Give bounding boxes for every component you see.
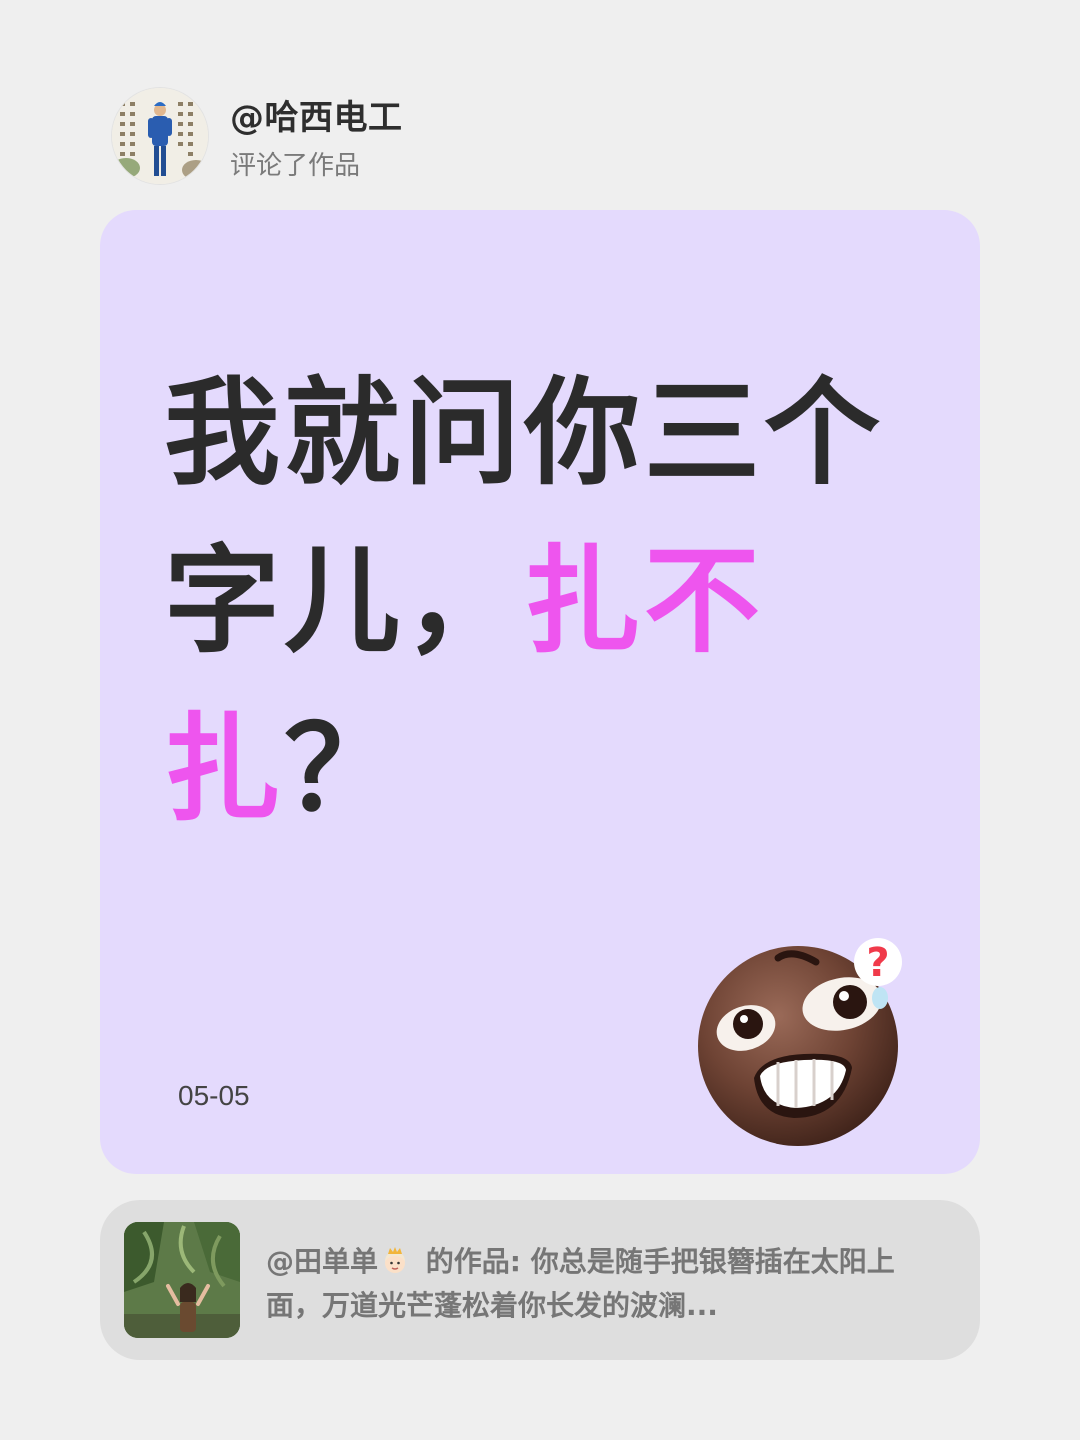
svg-text:?: ? (866, 940, 889, 986)
awkward-grin-emoji-icon: ? (692, 928, 922, 1148)
avatar-image (112, 88, 208, 184)
comment-date: 05-05 (178, 1080, 250, 1111)
work-thumbnail[interactable] (124, 1222, 240, 1338)
comment-line-3-suffix: ？ (284, 702, 404, 837)
work-label: 的作品: (425, 1245, 521, 1278)
action-text: 评论了作品 (230, 151, 361, 181)
comment-highlight-2: 扎 (164, 702, 284, 837)
comment-highlight-1: 扎不 (524, 534, 764, 669)
referenced-work-text: @田单单 的作品: 你总是随手把银簪插在太阳上面，万道光芒蓬松着你长发的波澜..… (266, 1240, 946, 1328)
referenced-work-card[interactable]: @田单单 的作品: 你总是随手把银簪插在太阳上面，万道光芒蓬松着你长发的波澜..… (100, 1200, 980, 1360)
comment-header: @哈西电工 评论了作品 (112, 88, 403, 184)
comment-text: 我就问你三个 字儿，扎不 扎？ (164, 350, 924, 854)
user-avatar[interactable] (112, 88, 208, 184)
comment-line-1: 我就问你三个 (164, 366, 884, 501)
username[interactable]: @哈西电工 (230, 90, 403, 139)
work-author[interactable]: @田单单 (266, 1245, 378, 1278)
comment-card[interactable]: 我就问你三个 字儿，扎不 扎？ 05-05 ? (100, 210, 980, 1174)
princess-icon (380, 1246, 410, 1276)
comment-line-2-prefix: 字儿， (164, 534, 524, 669)
